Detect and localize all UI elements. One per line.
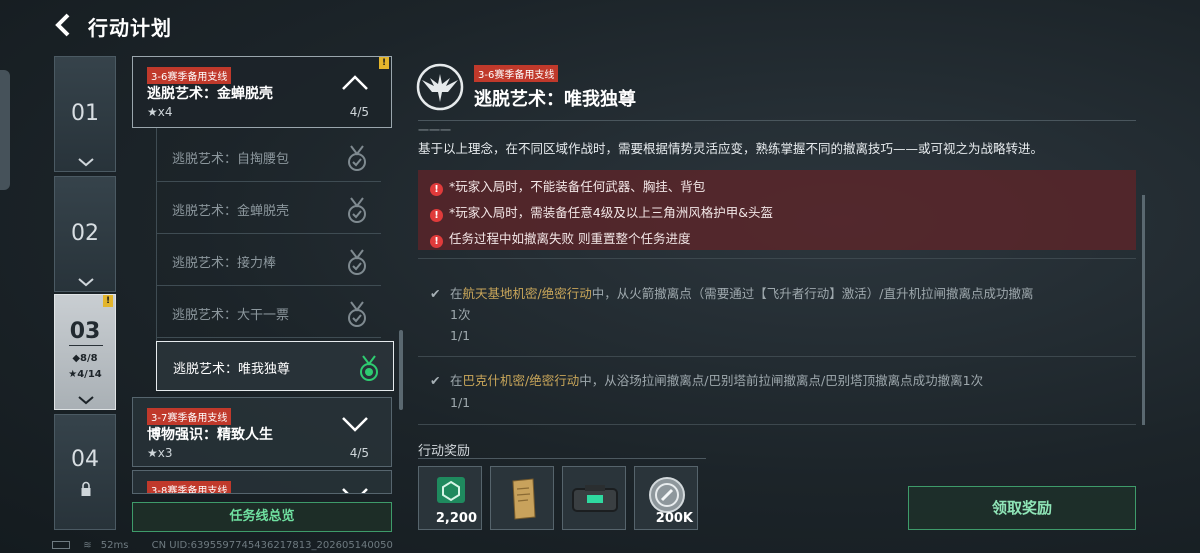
- diamond-progress: ◆8/8: [72, 353, 98, 364]
- device-case-icon: [572, 485, 618, 512]
- warning-box: ! *玩家入局时，不能装备任何武器、胸挂、背包 ! *玩家入局时，需装备任意4级及以…: [418, 170, 1136, 250]
- warning-item: ! *玩家入局时，需装备任意4级及以上三角洲风格护甲&头盔: [430, 202, 773, 222]
- warning-icon: !: [430, 209, 443, 222]
- subtask-item[interactable]: 逃脱艺术：接力棒: [156, 236, 381, 286]
- mission-card[interactable]: 3-7赛季备用支线 博物强识：精致人生 ★x3 4/5: [132, 397, 392, 467]
- currency-badge-icon: [437, 477, 465, 503]
- warning-icon: !: [430, 183, 443, 196]
- active-medal-icon: [360, 355, 378, 381]
- season-tag: 3-6赛季备用支线: [474, 65, 559, 82]
- mission-name: 博物强识：精致人生: [147, 427, 273, 443]
- list-scrollbar[interactable]: [399, 330, 403, 410]
- season-tag: 3-7赛季备用支线: [147, 408, 232, 425]
- star-progress: ★4/14: [68, 369, 102, 380]
- subtask-label: 逃脱艺术：接力棒: [172, 256, 277, 271]
- mission-name: 逃脱艺术：金蝉脱壳: [147, 86, 273, 102]
- subtask-label: 逃脱艺术：唯我独尊: [173, 362, 291, 377]
- subtask-label: 逃脱艺术：金蝉脱壳: [172, 204, 290, 219]
- objective-count: 1/1: [450, 395, 471, 410]
- chevron-up-icon[interactable]: [341, 73, 369, 91]
- battery-icon: [52, 541, 70, 549]
- claim-reward-button[interactable]: 领取奖励: [908, 486, 1136, 530]
- divider: [418, 120, 1136, 121]
- subtask-item[interactable]: 逃脱艺术：大干一票: [156, 288, 381, 338]
- check-icon: ✔: [430, 373, 441, 388]
- chapter-number: 01: [71, 101, 99, 126]
- season-tag: 3-8赛季备用支线: [147, 481, 232, 493]
- subtask-item[interactable]: 逃脱艺术：金蝉脱壳: [156, 184, 381, 234]
- season-tag: 3-6赛季备用支线: [147, 67, 232, 84]
- status-bar: ≋ 52ms CN UID:6395597745436217813_202605…: [52, 540, 393, 551]
- chapter-number: 03: [69, 319, 101, 344]
- warning-item: ! *玩家入局时，不能装备任何武器、胸挂、背包: [430, 176, 705, 196]
- reward-slot[interactable]: 200K: [634, 466, 698, 530]
- chapter-number: 04: [71, 447, 99, 472]
- ping-value: 52ms: [100, 540, 129, 551]
- reward-quantity: 2,200: [435, 511, 477, 526]
- mission-stars: ★x4: [147, 105, 173, 119]
- subtask-item-selected[interactable]: 逃脱艺术：唯我独尊: [156, 341, 394, 391]
- completed-medal-icon: [348, 145, 366, 171]
- divider: [418, 356, 1136, 357]
- chevron-down-icon: [78, 396, 94, 405]
- divider: [418, 458, 706, 459]
- reward-slot[interactable]: 2,200: [418, 466, 482, 530]
- page-title: 行动计划: [88, 16, 172, 40]
- divider: [418, 424, 1136, 425]
- document-icon: [512, 478, 536, 520]
- objective-item: ✔ 在巴克什机密/绝密行动中，从浴场拉闸撤离点/巴别塔前拉闸撤离点/巴别塔顶撤离点…: [430, 373, 984, 388]
- lock-icon: [81, 481, 91, 496]
- objective-item: ✔ 在航天基地机密/绝密行动中，从火箭撤离点（需要通过【飞升者行动】激活）/直升机…: [430, 286, 1034, 301]
- clipped-line: 一一一: [418, 124, 451, 132]
- mission-card[interactable]: 3-8赛季备用支线: [132, 470, 392, 494]
- mission-progress: 4/5: [349, 446, 369, 460]
- check-icon: ✔: [430, 286, 441, 301]
- subtask-label: 逃脱艺术：自掏腰包: [172, 152, 290, 167]
- left-edge-tab[interactable]: [0, 70, 10, 190]
- warning-icon: !: [430, 235, 443, 248]
- coin-icon: [649, 477, 685, 513]
- completed-medal-icon: [348, 197, 366, 223]
- reward-slot[interactable]: [562, 466, 626, 530]
- mission-description: 基于以上理念，在不同区域作战时，需要根据情势灵活应变，熟练掌握不同的撤离技巧——…: [418, 141, 1044, 156]
- reward-quantity: 200K: [655, 511, 693, 526]
- back-arrow-icon[interactable]: [52, 12, 76, 38]
- chapter-02[interactable]: 02: [54, 176, 116, 292]
- divider: [418, 258, 1136, 259]
- chevron-down-icon: [78, 158, 94, 167]
- mission-stars: ★x3: [147, 446, 173, 460]
- user-uid: CN UID:6395597745436217813_202605140050: [151, 540, 393, 551]
- chevron-down-icon[interactable]: [341, 485, 369, 494]
- detail-scrollbar[interactable]: [1142, 195, 1145, 425]
- objective-continuation: 1次: [450, 307, 471, 322]
- completed-medal-icon: [348, 249, 366, 275]
- mission-detail-title: 逃脱艺术：唯我独尊: [474, 89, 636, 110]
- divider: [69, 345, 103, 346]
- chapter-03[interactable]: ! 03 ◆8/8 ★4/14: [54, 294, 116, 410]
- wifi-icon: ≋: [83, 540, 92, 551]
- chapter-number: 02: [71, 221, 99, 246]
- mission-card-expanded[interactable]: ! 3-6赛季备用支线 逃脱艺术：金蝉脱壳 ★x4 4/5: [132, 56, 392, 128]
- alert-badge: !: [379, 57, 389, 69]
- chapter-01[interactable]: 01: [54, 56, 116, 172]
- chevron-down-icon[interactable]: [341, 414, 369, 432]
- reward-slot[interactable]: [490, 466, 554, 530]
- objective-count: 1/1: [450, 328, 471, 343]
- mission-progress: 4/5: [349, 105, 369, 119]
- chapter-04[interactable]: 04: [54, 414, 116, 530]
- warning-item: ! 任务过程中如撤离失败 则重置整个任务进度: [430, 228, 690, 248]
- subtask-item[interactable]: 逃脱艺术：自掏腰包: [156, 132, 381, 182]
- alert-badge: !: [103, 295, 113, 307]
- mission-overview-button[interactable]: 任务线总览: [132, 502, 392, 532]
- subtask-label: 逃脱艺术：大干一票: [172, 308, 290, 323]
- completed-medal-icon: [348, 301, 366, 327]
- chevron-down-icon: [78, 278, 94, 287]
- reward-section-title: 行动奖励: [418, 444, 471, 459]
- eagle-emblem-icon: [416, 63, 464, 111]
